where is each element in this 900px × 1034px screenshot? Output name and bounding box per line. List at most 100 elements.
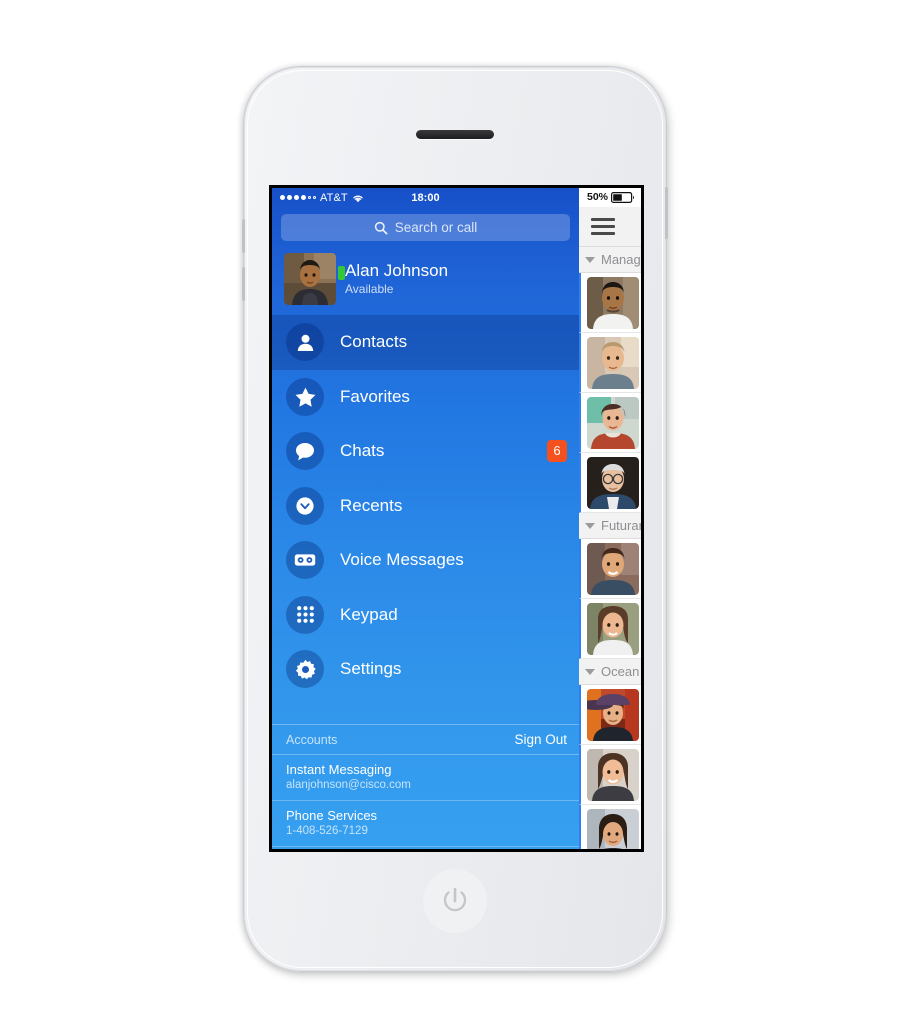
contact-avatar bbox=[587, 748, 639, 801]
signal-dot bbox=[287, 195, 292, 200]
sidebar-item-favorites[interactable]: Favorites bbox=[272, 370, 579, 425]
navigation-drawer: AT&T 18:00 Search or call Alan Johnson A… bbox=[272, 188, 579, 849]
account-row-phone-services[interactable]: Phone Services 1-408-526-7129 bbox=[272, 801, 579, 847]
list-item[interactable] bbox=[579, 333, 641, 394]
battery-percent-label: 50% bbox=[586, 191, 608, 204]
hamburger-bar bbox=[591, 224, 615, 228]
nav-list: Contacts Favorites Chats 6 Recents Voice… bbox=[272, 315, 579, 724]
contact-avatar bbox=[587, 602, 639, 655]
volume-up-button[interactable] bbox=[242, 219, 245, 253]
signal-strength-dots bbox=[280, 195, 316, 200]
search-placeholder: Search or call bbox=[394, 220, 478, 235]
avatar bbox=[284, 253, 345, 305]
list-item[interactable] bbox=[579, 273, 641, 334]
star-icon bbox=[286, 377, 324, 416]
clock-icon bbox=[286, 486, 324, 525]
screenshot-canvas: AT&T 18:00 Search or call Alan Johnson A… bbox=[0, 0, 900, 1034]
status-badge: 6 bbox=[547, 440, 567, 463]
sign-out-button[interactable]: Sign Out bbox=[514, 732, 567, 747]
battery-icon bbox=[611, 191, 634, 203]
signal-dot-empty bbox=[308, 196, 311, 199]
search-container: Search or call bbox=[272, 207, 579, 249]
sidebar-item-contacts[interactable]: Contacts bbox=[272, 315, 579, 370]
contact-avatar bbox=[587, 276, 639, 329]
sidebar-item-label: Settings bbox=[340, 659, 402, 679]
list-item[interactable] bbox=[579, 453, 641, 514]
profile-status: Available bbox=[345, 282, 394, 296]
chevron-down-icon bbox=[585, 256, 595, 263]
list-item[interactable] bbox=[579, 539, 641, 600]
sidebar-item-label: Contacts bbox=[340, 332, 408, 352]
search-icon bbox=[374, 221, 388, 234]
chat-bubble-icon bbox=[286, 432, 324, 471]
sidebar-item-label: Recents bbox=[340, 495, 403, 515]
sidebar-item-settings[interactable]: Settings bbox=[272, 642, 579, 697]
user-profile-row[interactable]: Alan Johnson Available bbox=[272, 249, 579, 315]
signal-dot bbox=[280, 195, 285, 200]
account-title: Instant Messaging bbox=[286, 762, 392, 777]
contact-avatar bbox=[587, 688, 639, 741]
accounts-section: Accounts Sign Out Instant Messaging alan… bbox=[272, 724, 579, 849]
sidebar-item-label: Keypad bbox=[340, 604, 398, 624]
accounts-header: Accounts Sign Out bbox=[272, 724, 579, 755]
hamburger-menu-icon[interactable] bbox=[591, 217, 615, 235]
chevron-down-icon bbox=[585, 522, 595, 529]
home-button[interactable] bbox=[423, 869, 487, 933]
account-title: Phone Services bbox=[286, 808, 378, 823]
phone-device-frame: AT&T 18:00 Search or call Alan Johnson A… bbox=[242, 66, 668, 972]
phone-screen: AT&T 18:00 Search or call Alan Johnson A… bbox=[269, 185, 644, 852]
search-input[interactable]: Search or call bbox=[281, 214, 570, 241]
signal-dot bbox=[294, 195, 299, 200]
signal-dot bbox=[301, 195, 306, 200]
person-icon bbox=[286, 323, 324, 362]
signal-dot-empty bbox=[313, 196, 316, 199]
profile-text: Alan Johnson Available bbox=[345, 261, 448, 297]
contact-avatar bbox=[587, 396, 639, 449]
sidebar-item-voice-messages[interactable]: Voice Messages bbox=[272, 533, 579, 588]
sidebar-item-label: Favorites bbox=[340, 386, 410, 406]
group-label: Ocean bbox=[601, 664, 640, 680]
group-header-ocean[interactable]: Ocean bbox=[579, 659, 641, 686]
account-row-instant-messaging[interactable]: Instant Messaging alanjohnson@cisco.com bbox=[272, 755, 579, 801]
contacts-panel: 50% Manag Futura Ocean bbox=[579, 188, 641, 849]
account-detail: alanjohnson@cisco.com bbox=[286, 779, 411, 791]
contact-group-list[interactable]: Manag Futura Ocean bbox=[579, 247, 641, 849]
carrier-label: AT&T bbox=[320, 191, 348, 204]
list-item[interactable] bbox=[579, 599, 641, 660]
keypad-grid-icon bbox=[286, 595, 324, 634]
chevron-down-icon bbox=[585, 668, 595, 675]
gear-icon bbox=[286, 650, 324, 689]
list-item[interactable] bbox=[579, 393, 641, 454]
hamburger-bar bbox=[591, 231, 615, 235]
wifi-icon bbox=[352, 193, 364, 203]
earpiece-speaker bbox=[416, 130, 494, 139]
contact-avatar bbox=[587, 336, 639, 389]
power-side-button[interactable] bbox=[665, 187, 668, 239]
list-item[interactable] bbox=[579, 745, 641, 806]
hamburger-bar bbox=[591, 217, 615, 221]
sidebar-item-label: Chats bbox=[340, 441, 385, 461]
group-header-manag[interactable]: Manag bbox=[579, 247, 641, 274]
sidebar-item-keypad[interactable]: Keypad bbox=[272, 588, 579, 643]
contact-avatar bbox=[587, 808, 639, 849]
presence-indicator bbox=[338, 266, 345, 280]
accounts-title: Accounts bbox=[286, 732, 338, 747]
volume-down-button[interactable] bbox=[242, 267, 245, 301]
group-label: Manag bbox=[601, 252, 641, 268]
sidebar-item-chats[interactable]: Chats 6 bbox=[272, 424, 579, 479]
contact-avatar bbox=[587, 456, 639, 509]
clock-label: 18:00 bbox=[411, 191, 440, 204]
avatar-photo bbox=[284, 253, 336, 305]
group-header-futuran[interactable]: Futuran bbox=[579, 513, 641, 540]
contact-avatar bbox=[587, 542, 639, 595]
list-item[interactable] bbox=[579, 685, 641, 746]
power-icon bbox=[443, 887, 467, 912]
battery-status: 50% bbox=[579, 188, 641, 207]
list-item[interactable] bbox=[579, 805, 641, 849]
account-detail: 1-408-526-7129 bbox=[286, 825, 368, 837]
sidebar-item-label: Voice Messages bbox=[340, 550, 464, 570]
status-bar: AT&T 18:00 bbox=[272, 188, 579, 207]
panel-toolbar bbox=[579, 206, 641, 248]
sidebar-item-recents[interactable]: Recents bbox=[272, 479, 579, 534]
group-label: Futuran bbox=[601, 518, 641, 534]
